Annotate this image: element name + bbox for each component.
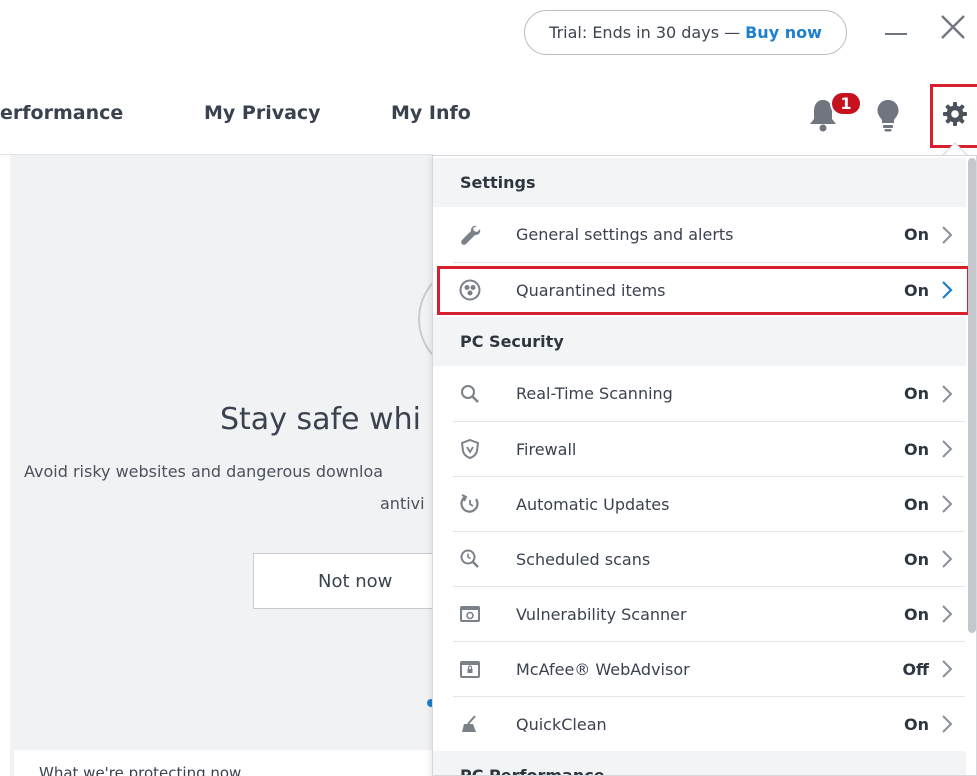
lightbulb-icon[interactable] xyxy=(875,98,901,132)
menu-item-scheduled-scans[interactable]: Scheduled scans On xyxy=(453,531,965,586)
trial-text: Trial: Ends in 30 days — xyxy=(549,23,741,42)
menu-item-label: Real-Time Scanning xyxy=(516,384,673,403)
not-now-button[interactable]: Not now xyxy=(253,553,453,609)
menu-item-label: Firewall xyxy=(516,439,577,459)
tab-my-privacy[interactable]: My Privacy xyxy=(204,102,321,124)
notification-badge: 1 xyxy=(830,91,862,116)
menu-item-label: McAfee® WebAdvisor xyxy=(516,659,690,679)
chevron-right-icon xyxy=(939,384,955,404)
menu-item-label: Automatic Updates xyxy=(516,494,670,514)
status-text: On xyxy=(904,225,929,244)
lock-screen-icon xyxy=(459,657,497,681)
section-header-pc-security: PC Security xyxy=(433,317,966,366)
status-text: On xyxy=(904,439,929,459)
menu-item-general-settings[interactable]: General settings and alerts On xyxy=(453,207,965,262)
menu-item-label: Vulnerability Scanner xyxy=(516,604,687,624)
panel-text-line2: antivi xyxy=(380,494,425,513)
monitor-icon xyxy=(459,602,497,626)
menu-item-firewall[interactable]: Firewall On xyxy=(453,421,965,476)
menu-item-label: General settings and alerts xyxy=(516,225,734,244)
protection-card-title: What we're protecting now xyxy=(39,764,242,776)
tab-pc-performance[interactable]: erformance xyxy=(0,102,123,124)
chevron-right-icon xyxy=(939,549,955,569)
clock-search-icon xyxy=(459,547,497,571)
chevron-right-icon xyxy=(939,439,955,459)
status-text: Off xyxy=(902,659,929,679)
status-text: On xyxy=(904,549,929,569)
section-header-label: Settings xyxy=(460,173,536,192)
search-icon xyxy=(459,382,497,406)
close-icon[interactable] xyxy=(936,12,970,46)
settings-menu: Settings General settings and alerts On … xyxy=(432,155,977,776)
buy-now-link[interactable]: Buy now xyxy=(745,23,822,42)
section-header-label: PC Security xyxy=(460,332,564,351)
biohazard-icon xyxy=(459,278,497,302)
menu-item-label: Quarantined items xyxy=(516,280,666,300)
chevron-right-icon xyxy=(939,494,955,514)
panel-text-line1: Avoid risky websites and dangerous downl… xyxy=(24,462,384,481)
status-text: On xyxy=(904,384,929,403)
settings-gear-button[interactable] xyxy=(930,84,977,148)
trial-banner-button[interactable]: Trial: Ends in 30 days — Buy now xyxy=(524,10,847,55)
menu-item-webadvisor[interactable]: McAfee® WebAdvisor Off xyxy=(453,641,965,696)
broom-icon xyxy=(459,712,497,736)
refresh-icon xyxy=(459,492,497,516)
section-header-settings: Settings xyxy=(433,158,966,207)
shield-icon xyxy=(459,437,497,461)
status-text: On xyxy=(904,280,929,300)
wrench-icon xyxy=(459,223,497,247)
chevron-right-icon xyxy=(939,659,955,679)
tab-my-info[interactable]: My Info xyxy=(391,102,471,124)
status-text: On xyxy=(904,494,929,514)
menu-item-automatic-updates[interactable]: Automatic Updates On xyxy=(453,476,965,531)
chevron-right-icon xyxy=(939,280,955,300)
status-text: On xyxy=(904,604,929,624)
menu-scrollbar[interactable] xyxy=(968,158,976,633)
menu-item-quarantined-items[interactable]: Quarantined items On xyxy=(453,262,965,317)
menu-item-vulnerability-scanner[interactable]: Vulnerability Scanner On xyxy=(453,586,965,641)
menu-item-label: QuickClean xyxy=(516,714,607,734)
chevron-right-icon xyxy=(939,714,955,734)
chevron-right-icon xyxy=(939,225,955,245)
panel-heading: Stay safe whi xyxy=(220,402,421,437)
chevron-right-icon xyxy=(939,604,955,624)
status-text: On xyxy=(904,714,929,734)
protection-card: What we're protecting now xyxy=(14,750,454,776)
menu-item-label: Scheduled scans xyxy=(516,549,651,569)
section-header-pc-performance: PC Performance xyxy=(433,751,966,776)
menu-item-quickclean[interactable]: QuickClean On xyxy=(453,696,965,751)
menu-item-real-time-scanning[interactable]: Real-Time Scanning On xyxy=(453,366,965,421)
minimize-icon[interactable] xyxy=(880,12,914,46)
gear-icon xyxy=(942,101,968,131)
section-header-label: PC Performance xyxy=(460,766,605,776)
